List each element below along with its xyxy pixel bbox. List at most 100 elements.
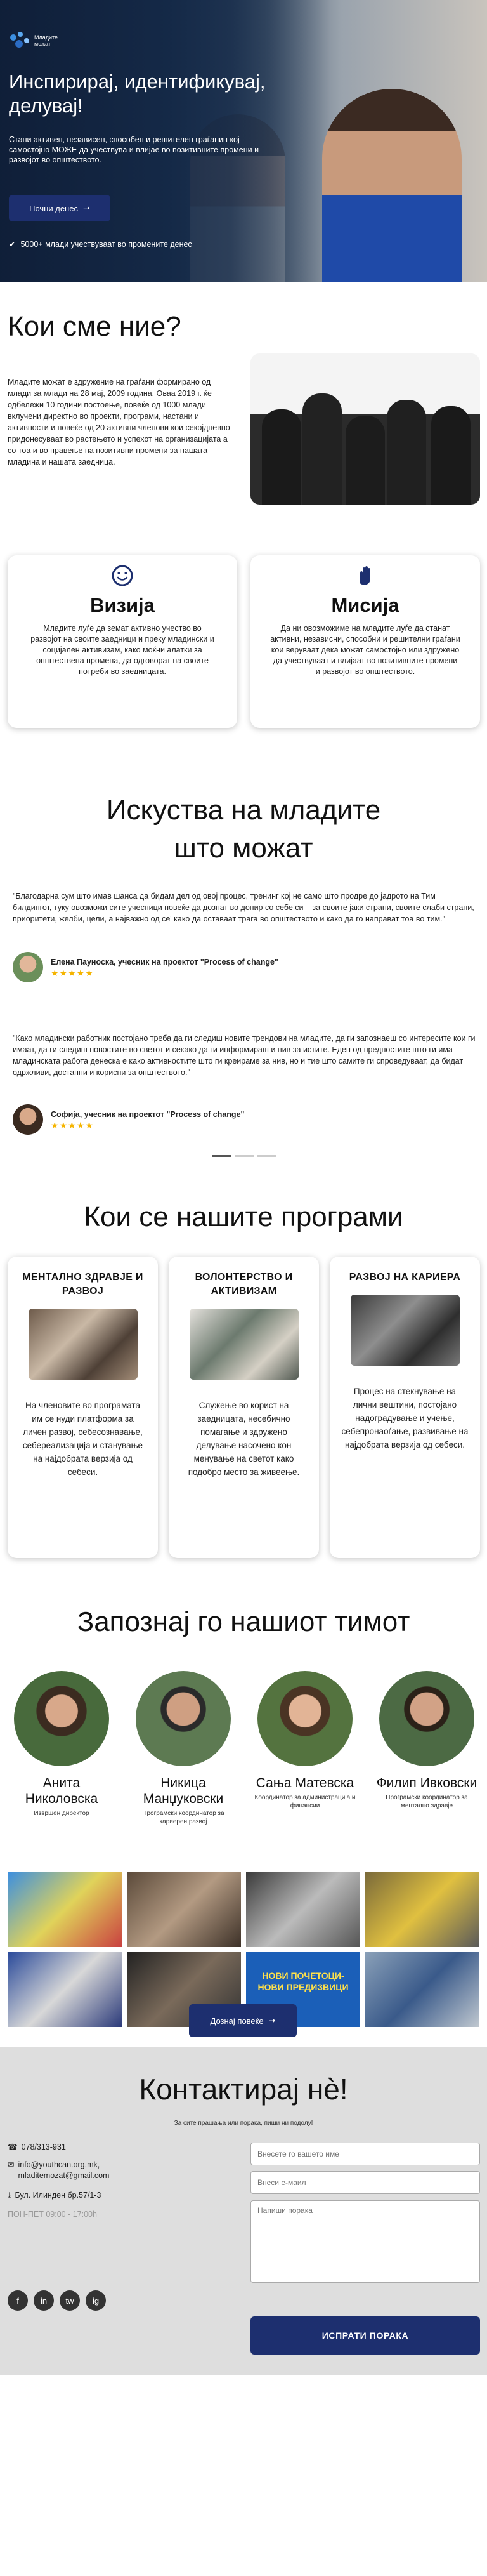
mission-text: Да ни овозможиме на младите луѓе да стан… (270, 624, 460, 676)
mission-title: Мисија (331, 594, 399, 616)
contact-hours: ПОН-ПЕТ 09:00 - 17:00h (8, 2209, 97, 2220)
name-input[interactable] (250, 2143, 480, 2165)
contact-phone-text[interactable]: 078/313-931 (22, 2142, 66, 2153)
vision-text: Младите луѓе да земат активно учество во… (30, 624, 214, 676)
rating-stars: ★★★★★ (51, 967, 94, 978)
team-member: Анита Николовска Извршен директор (8, 1671, 115, 1818)
team-title: Запознај го нашиот тимот (77, 1606, 410, 1637)
start-today-label: Почни денес (29, 203, 78, 213)
team-photo (257, 1671, 353, 1766)
contact-email: ✉ info@youthcan.org.mk, mladitemozat@gma… (8, 2160, 153, 2181)
contact-subtitle: За сите прашања или порака, пиши ни подо… (174, 2120, 313, 2127)
team-member: Филип Ивковски Програмски координатор за… (373, 1671, 481, 1810)
avatar (13, 952, 43, 982)
email-input[interactable] (250, 2171, 480, 2194)
gallery-photo[interactable] (127, 1872, 241, 1947)
about-title: Кои сме ние? (8, 311, 181, 342)
vision-card: Визија Младите луѓе да земат активно уче… (8, 555, 237, 728)
team-member-name: Сања Матевска (256, 1776, 354, 1790)
vision-title: Визија (90, 594, 155, 616)
program-title: МЕНТАЛНО ЗДРАВЈЕ И РАЗВОЈ (22, 1272, 143, 1297)
programs-section: Кои се нашите програми МЕНТАЛНО ЗДРАВЈЕ … (0, 1190, 487, 1602)
testimonials-title: Искуства на младите што можат (106, 795, 381, 864)
carousel-dot[interactable] (235, 1155, 254, 1157)
phone-icon: ☎ (8, 2143, 18, 2151)
about-text: Младите можат е здружение на граѓани фор… (8, 378, 230, 466)
program-card: МЕНТАЛНО ЗДРАВЈЕ И РАЗВОЈ На членовите в… (8, 1257, 158, 1558)
carousel-dot[interactable] (212, 1155, 231, 1157)
team-photo (379, 1671, 474, 1766)
team-photo (14, 1671, 109, 1766)
program-image (189, 1309, 299, 1380)
facebook-icon[interactable]: f (8, 2290, 28, 2311)
team-member-name: Филип Ивковски (376, 1776, 477, 1790)
send-message-button[interactable]: ИСПРАТИ ПОРАКА (250, 2316, 480, 2355)
check-icon: ✔ (9, 240, 16, 249)
team-member-role: Програмски координатор за кариерен разво… (142, 1810, 224, 1825)
team-member-name: Анита Николовска (25, 1776, 98, 1806)
program-text: На членовите во програмата им се нуди пл… (22, 1401, 143, 1477)
programs-title: Кои се нашите програми (84, 1201, 403, 1232)
program-image (28, 1309, 138, 1380)
social-links: f in tw ig (8, 2290, 106, 2311)
arrow-right-icon: ➝ (82, 203, 90, 213)
logo-icon (9, 32, 30, 50)
program-card: ВОЛОНТЕРСТВО И АКТИВИЗАМ Служење во кори… (169, 1257, 319, 1558)
gallery-photo[interactable] (246, 1872, 360, 1947)
program-title: ВОЛОНТЕРСТВО И АКТИВИЗАМ (195, 1272, 293, 1297)
avatar (13, 1104, 43, 1135)
gallery-photo[interactable] (365, 1872, 479, 1947)
team-member-name: Никица Манџуковски (143, 1776, 224, 1806)
gallery-photo[interactable] (8, 1872, 122, 1947)
hero-stat: ✔ 5000+ млади учествуваат во промените д… (9, 239, 192, 249)
hero-title: Инспирирај, идентификувај, делувај! (9, 70, 266, 117)
smile-icon (112, 565, 133, 586)
testimonial-quote: "Благодарна сум што имав шанса да бидам … (13, 892, 474, 923)
contact-phone: ☎ 078/313-931 (8, 2142, 66, 2153)
carousel-pager (212, 1155, 276, 1157)
contact-address-text: Бул. Илинден бр.57/1-3 (15, 2191, 101, 2200)
location-icon: ⤓ (8, 2191, 11, 2200)
contact-address: ⤓ Бул. Илинден бр.57/1-3 (8, 2190, 101, 2201)
contact-email-text[interactable]: info@youthcan.org.mk, mladitemozat@gmail… (18, 2160, 153, 2181)
mail-icon: ✉ (8, 2160, 15, 2169)
learn-more-label: Дознај повеќе (210, 2016, 264, 2026)
testimonial-author-name: Софија, учесник на проектот "Process of … (51, 1109, 245, 1119)
team-member-role: Програмски координатор за ментално здрав… (386, 1794, 468, 1809)
logo-line1: Младите (34, 34, 58, 41)
hand-icon (360, 566, 370, 585)
gallery-photo[interactable] (365, 1952, 479, 2027)
site-logo[interactable]: Младите можат (9, 32, 58, 50)
contact-hours-text: ПОН-ПЕТ 09:00 - 17:00h (8, 2210, 97, 2219)
team-member: Сања Матевска Координатор за администрац… (251, 1671, 359, 1810)
program-text: Процес на стекнување на лични вештини, п… (341, 1387, 469, 1450)
vision-mission-section: Визија Младите луѓе да земат активно уче… (0, 555, 487, 784)
about-group-photo (250, 353, 480, 505)
testimonial-author-name: Елена Пауноска, учесник на проектот "Pro… (51, 957, 278, 967)
gallery-photo[interactable] (8, 1952, 122, 2027)
instagram-icon[interactable]: ig (86, 2290, 106, 2311)
testimonial-author: Елена Пауноска, учесник на проектот "Pro… (13, 952, 278, 982)
carousel-dot[interactable] (257, 1155, 276, 1157)
team-member-role: Извршен директор (34, 1810, 89, 1817)
about-section: Кои сме ние? Младите можат е здружение н… (0, 282, 487, 555)
team-section: Запознај го нашиот тимот Анита Николовск… (0, 1602, 487, 2047)
program-card: РАЗВОЈ НА КАРИЕРА Процес на стекнување н… (330, 1257, 480, 1558)
program-image (350, 1295, 460, 1366)
learn-more-button[interactable]: Дознај повеќе ➝ (189, 2004, 297, 2037)
testimonial-quote: "Како младински работник постојано треба… (13, 1034, 476, 1077)
logo-line2: можат (34, 41, 51, 47)
twitter-icon[interactable]: tw (60, 2290, 80, 2311)
hero-person-image (322, 89, 462, 282)
linkedin-icon[interactable]: in (34, 2290, 54, 2311)
team-photo (136, 1671, 231, 1766)
message-textarea[interactable] (250, 2200, 480, 2283)
arrow-right-icon: ➝ (268, 2016, 276, 2025)
hero-section: Младите можат Инспирирај, идентификувај,… (0, 0, 487, 282)
program-title: РАЗВОЈ НА КАРИЕРА (349, 1272, 461, 1283)
team-member-role: Координатор за администрација и финансии (254, 1794, 356, 1809)
start-today-button[interactable]: Почни денес ➝ (9, 195, 110, 221)
contact-section: Контактирај нѐ! За сите прашања или пора… (0, 2047, 487, 2375)
program-text: Служење во корист на заедницата, несебич… (188, 1401, 300, 1477)
hero-stat-text: 5000+ млади учествуваат во промените ден… (20, 239, 192, 249)
